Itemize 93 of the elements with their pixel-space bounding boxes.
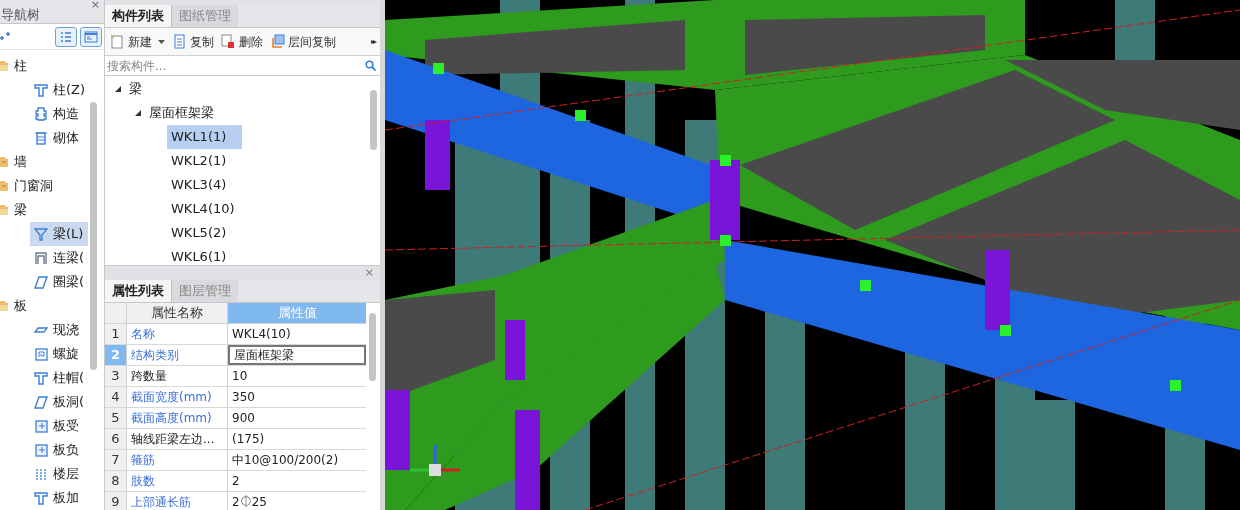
tree-item[interactable]: 柱帽( xyxy=(30,366,88,390)
search-icon xyxy=(365,60,376,71)
tree-item[interactable]: 板加 xyxy=(30,486,88,510)
property-value: 中10@100/200(2) xyxy=(231,452,340,469)
component-icon xyxy=(34,466,48,482)
row-number: 5 xyxy=(105,408,127,428)
tree-item[interactable]: 板 xyxy=(14,296,27,316)
tree-item[interactable]: 螺旋 xyxy=(30,342,88,366)
row-number: 4 xyxy=(105,387,127,407)
property-value: 900 xyxy=(231,410,256,427)
toolbar-button[interactable]: 复制 xyxy=(172,32,214,51)
property-value-field[interactable]: 屋面框架梁 xyxy=(228,345,366,365)
tree-item[interactable]: WKL4(10) xyxy=(167,197,239,221)
property-name: 箍筋 xyxy=(127,450,228,470)
tree-item[interactable]: WKL6(1) xyxy=(167,245,231,265)
column-header: 属性名称 xyxy=(127,303,228,323)
add-icon xyxy=(0,31,10,42)
property-name: 上部通长筋 xyxy=(127,492,228,510)
panel-title: 导航树 xyxy=(0,5,40,24)
column-header: 属性值 xyxy=(228,303,366,323)
tree-item[interactable]: 梁(L) xyxy=(30,222,88,246)
tree-item[interactable]: 砌体 xyxy=(30,126,88,150)
list-icon xyxy=(60,30,72,43)
toolbar-button[interactable]: 新建 xyxy=(110,32,165,51)
property-value: 10 xyxy=(231,368,249,385)
component-icon xyxy=(34,226,48,242)
tree-item[interactable]: 梁 xyxy=(129,79,142,99)
overflow-button[interactable]: ▸▸ xyxy=(370,35,375,48)
property-value: 2⏀25 xyxy=(231,494,268,510)
tree-item[interactable]: WKL1(1) xyxy=(167,125,243,149)
property-name: 肢数 xyxy=(127,471,228,491)
component-icon xyxy=(34,346,48,362)
property-name: 轴线距梁左边... xyxy=(127,429,228,449)
list-view-button[interactable] xyxy=(55,26,77,47)
row-number: 7 xyxy=(105,450,127,470)
panel-view-button[interactable] xyxy=(80,26,102,47)
component-icon xyxy=(34,418,48,434)
close-button[interactable]: × xyxy=(90,0,100,10)
tree-item[interactable]: 柱 xyxy=(14,56,27,76)
tree-item[interactable]: 屋面框架梁 xyxy=(149,103,214,123)
row-number: 9 xyxy=(105,492,127,510)
tree-item[interactable]: 构造 xyxy=(30,102,88,126)
property-name: 截面高度(mm) xyxy=(127,408,228,428)
property-name: 名称 xyxy=(127,324,228,344)
delete-icon xyxy=(221,34,236,49)
component-icon xyxy=(34,106,48,122)
tree-item[interactable]: 现浇 xyxy=(30,318,88,342)
document-icon xyxy=(172,34,187,49)
toolbar-button[interactable]: 删除 xyxy=(221,32,263,51)
tab[interactable]: 构件列表 xyxy=(105,5,171,27)
component-icon xyxy=(34,274,48,290)
tree-item[interactable]: 梁 xyxy=(14,200,27,220)
tree-item[interactable]: 墙 xyxy=(14,152,27,172)
component-icon xyxy=(34,490,48,506)
tab[interactable]: 属性列表 xyxy=(105,280,171,302)
toolbar-button[interactable]: 层间复制 xyxy=(270,32,336,51)
property-name: 截面宽度(mm) xyxy=(127,387,228,407)
tree-item[interactable]: 板洞( xyxy=(30,390,88,414)
component-icon xyxy=(34,370,48,386)
search-field[interactable]: 搜索构件... xyxy=(105,56,365,75)
row-number: 1 xyxy=(105,324,127,344)
component-icon xyxy=(34,442,48,458)
new-file-icon xyxy=(110,34,125,49)
property-name: 跨数量 xyxy=(127,366,228,386)
tree-item[interactable]: WKL2(1) xyxy=(167,149,231,173)
tree-item[interactable]: 楼层 xyxy=(30,462,88,486)
component-icon xyxy=(34,394,48,410)
property-value: (175) xyxy=(231,431,266,448)
row-number: 8 xyxy=(105,471,127,491)
property-name: 结构类别 xyxy=(127,345,228,365)
scrollbar-thumb[interactable] xyxy=(370,90,377,150)
layers-icon xyxy=(270,34,285,49)
tree-item[interactable]: 圈梁( xyxy=(30,270,88,294)
property-value: WKL4(10) xyxy=(231,326,292,343)
tree-item[interactable]: 板负 xyxy=(30,438,88,462)
tree-item[interactable]: 门窗洞 xyxy=(14,176,53,196)
tree-item[interactable]: WKL5(2) xyxy=(167,221,231,245)
row-number: 6 xyxy=(105,429,127,449)
tree-item[interactable]: 柱(Z) xyxy=(30,78,88,102)
component-icon xyxy=(34,130,48,146)
row-number: 3 xyxy=(105,366,127,386)
property-value: 350 xyxy=(231,389,256,406)
window-icon xyxy=(84,30,98,43)
scrollbar-thumb[interactable] xyxy=(90,102,97,370)
tree-item[interactable]: WKL3(4) xyxy=(167,173,231,197)
component-icon xyxy=(34,250,48,266)
tree-item[interactable]: 连梁( xyxy=(30,246,88,270)
property-value: 2 xyxy=(231,473,241,490)
row-number: 2 xyxy=(105,345,127,365)
component-icon xyxy=(34,82,48,98)
scrollbar-thumb[interactable] xyxy=(369,313,376,381)
tree-item[interactable]: 板受 xyxy=(30,414,88,438)
close-button[interactable]: × xyxy=(364,264,374,282)
